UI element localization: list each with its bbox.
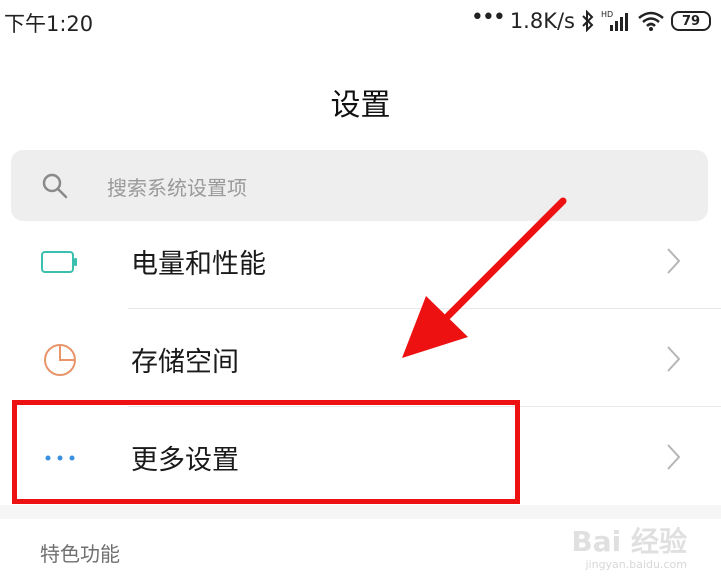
status-time: 下午1:20 bbox=[4, 12, 94, 36]
hd-signal-icon: HD bbox=[601, 10, 628, 31]
chevron-right-icon bbox=[667, 346, 681, 372]
network-speed: 1.8K/s bbox=[509, 9, 575, 33]
search-placeholder: 搜索系统设置项 bbox=[107, 176, 247, 200]
settings-item-label: 存储空间 bbox=[131, 347, 239, 378]
pie-chart-icon bbox=[38, 338, 82, 382]
annotation-highlight-box bbox=[12, 400, 520, 504]
divider bbox=[128, 308, 721, 309]
chevron-right-icon bbox=[667, 248, 681, 274]
search-icon bbox=[42, 173, 68, 199]
section-header: 特色功能 bbox=[40, 542, 120, 566]
svg-text:HD: HD bbox=[601, 10, 613, 19]
notification-dots: ••• bbox=[470, 5, 506, 30]
watermark-brand: Bai 经验 bbox=[571, 525, 687, 558]
status-indicators: ••• 1.8K/s HD 79 bbox=[471, 7, 711, 35]
watermark-logo: Bai 经验 jingyan.baidu.com bbox=[571, 520, 687, 571]
battery-level: 79 bbox=[681, 13, 701, 29]
bluetooth-icon bbox=[582, 10, 594, 32]
search-input[interactable]: 搜索系统设置项 bbox=[11, 150, 708, 221]
settings-item-label: 电量和性能 bbox=[131, 249, 266, 280]
battery-icon bbox=[38, 240, 82, 284]
wifi-icon bbox=[638, 11, 664, 31]
watermark-site: jingyan.baidu.com bbox=[585, 558, 687, 571]
chevron-right-icon bbox=[667, 444, 681, 470]
status-bar: 下午1:20 ••• 1.8K/s HD 79 bbox=[0, 0, 721, 44]
settings-item-storage[interactable]: 存储空间 bbox=[0, 310, 721, 408]
section-divider bbox=[0, 505, 721, 519]
settings-item-battery[interactable]: 电量和性能 bbox=[0, 212, 721, 310]
battery-indicator: 79 bbox=[671, 11, 711, 31]
page-title: 设置 bbox=[330, 88, 391, 123]
